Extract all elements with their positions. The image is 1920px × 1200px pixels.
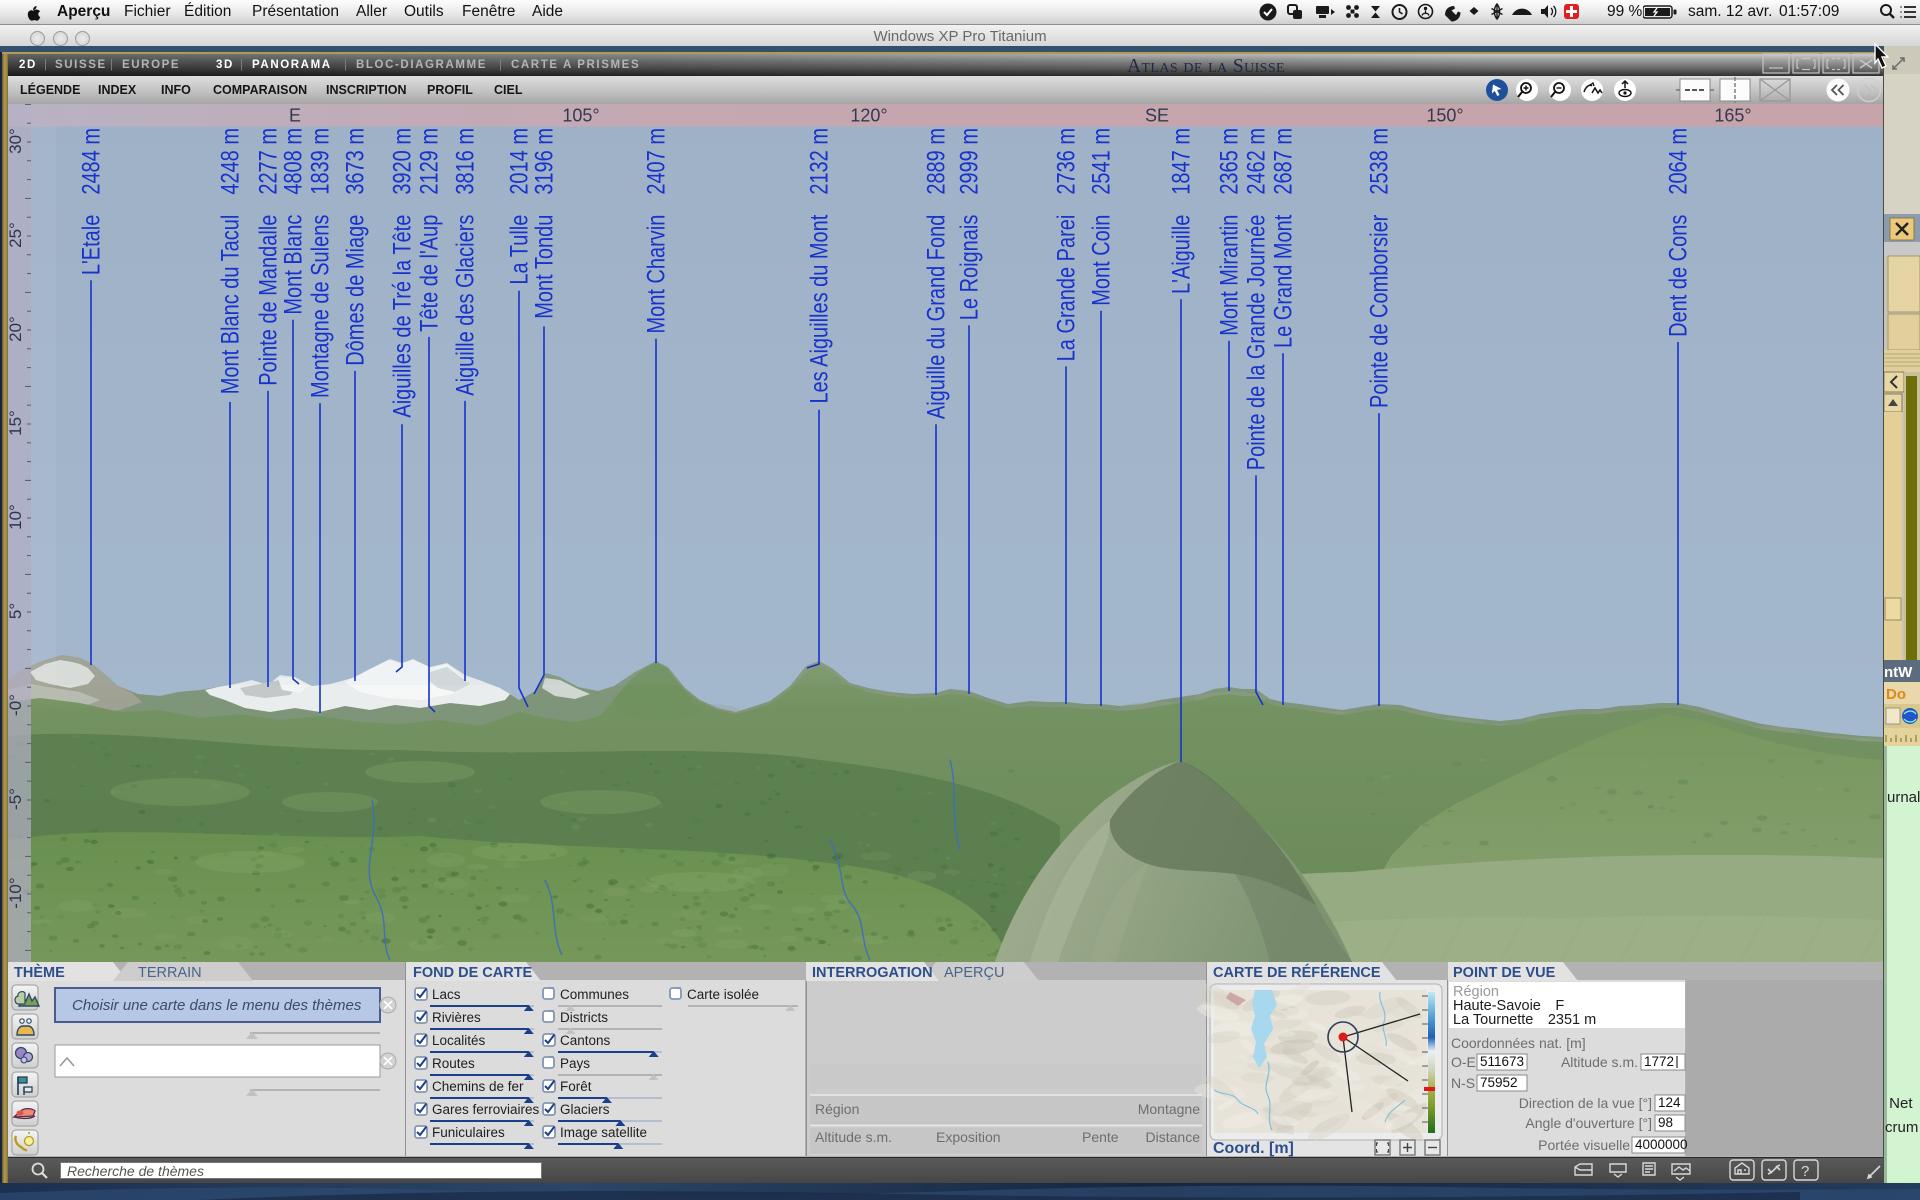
svg-text:30°: 30° [8, 128, 25, 154]
svg-text:75952: 75952 [1480, 1075, 1518, 1090]
svg-text:Cantons: Cantons [560, 1033, 611, 1048]
svg-text:Glaciers: Glaciers [560, 1102, 610, 1117]
svg-text:Mont Blanc 4808 m: Mont Blanc 4808 m [279, 128, 307, 315]
svg-text:Montagne: Montagne [1138, 1101, 1200, 1117]
svg-text:150°: 150° [1426, 106, 1463, 126]
svg-text:Localités: Localités [432, 1033, 486, 1048]
svg-text:POINT DE VUE: POINT DE VUE [1453, 965, 1556, 981]
svg-text:98: 98 [1658, 1115, 1673, 1130]
svg-text:L'Etale 2484 m: L'Etale 2484 m [77, 128, 105, 275]
svg-text:Portée visuelle: Portée visuelle [1538, 1137, 1630, 1153]
svg-text:Dent de Cons 2064 m: Dent de Cons 2064 m [1664, 128, 1692, 337]
svg-text:Mont Tondu 3196 m: Mont Tondu 3196 m [530, 128, 558, 319]
svg-text:Rivières: Rivières [432, 1010, 481, 1025]
svg-text:Altitude s.m.: Altitude s.m. [1561, 1054, 1638, 1070]
svg-text:FOND DE CARTE: FOND DE CARTE [413, 965, 533, 981]
svg-text:5°: 5° [8, 603, 25, 619]
svg-text:Aiguille du Grand Fond 2889 m: Aiguille du Grand Fond 2889 m [922, 128, 950, 419]
svg-text:INTERROGATION: INTERROGATION [812, 965, 933, 981]
svg-text:Carte isolée: Carte isolée [687, 987, 759, 1002]
svg-text:THÈME: THÈME [14, 964, 65, 981]
svg-text:Pente: Pente [1082, 1129, 1119, 1145]
svg-text:Chemins de fer: Chemins de fer [432, 1079, 524, 1094]
svg-text:105°: 105° [562, 106, 599, 126]
svg-text:L'Aiguille 1847 m: L'Aiguille 1847 m [1167, 128, 1195, 294]
svg-text:25°: 25° [8, 222, 25, 248]
svg-text:10°: 10° [8, 504, 25, 530]
svg-text:Distance: Distance [1146, 1129, 1201, 1145]
svg-text:Pays: Pays [560, 1056, 590, 1071]
svg-text:Districts: Districts [560, 1010, 608, 1025]
svg-text:Lacs: Lacs [432, 987, 461, 1002]
svg-text:Mont Blanc du Tacul 4248 m: Mont Blanc du Tacul 4248 m [216, 128, 244, 394]
svg-text:Montagne de Sulens 1839 m: Montagne de Sulens 1839 m [306, 128, 334, 398]
svg-text:urnal: urnal [1887, 789, 1920, 806]
svg-text:crum: crum [1885, 1119, 1918, 1136]
svg-text:APERÇU: APERÇU [944, 965, 1004, 981]
svg-text:E: E [289, 106, 301, 126]
svg-text:Forêt: Forêt [560, 1079, 592, 1094]
svg-text:124: 124 [1658, 1095, 1681, 1110]
svg-text:511673: 511673 [1480, 1054, 1524, 1069]
svg-text:La Tournette 2351 m: La Tournette 2351 m [1453, 1012, 1596, 1028]
svg-text:-10°: -10° [8, 877, 25, 908]
svg-text:Pointe de la Grande Journée 2: Pointe de la Grande Journée 2462 m [1242, 128, 1270, 470]
svg-text:Mont Mirantin 2365 m: Mont Mirantin 2365 m [1215, 128, 1243, 336]
svg-text:Coord. [m]: Coord. [m] [1213, 1140, 1294, 1157]
svg-text:Do: Do [1886, 686, 1906, 703]
svg-text:Les Aiguilles du Mont 2132 m: Les Aiguilles du Mont 2132 m [805, 128, 833, 404]
svg-text:CARTE DE RÉFÉRENCE: CARTE DE RÉFÉRENCE [1213, 964, 1381, 981]
svg-text:Aiguilles de Tré la Tête 3920: Aiguilles de Tré la Tête 3920 m [388, 128, 416, 418]
svg-text:Région: Région [815, 1101, 859, 1117]
svg-text:Pointe de Mandalle 2277 m: Pointe de Mandalle 2277 m [254, 128, 282, 386]
svg-text:Image satellite: Image satellite [560, 1125, 647, 1140]
svg-text:La Tulle 2014 m: La Tulle 2014 m [505, 128, 533, 285]
svg-text:-5°: -5° [8, 788, 25, 810]
svg-text:Funiculaires: Funiculaires [432, 1125, 505, 1140]
svg-text:N-S: N-S [1451, 1075, 1475, 1091]
svg-text:Communes: Communes [560, 987, 629, 1002]
svg-text:Le Roignais 2999 m: Le Roignais 2999 m [955, 128, 983, 320]
svg-text:165°: 165° [1714, 106, 1751, 126]
svg-text:Coordonnées nat. [m]: Coordonnées nat. [m] [1451, 1035, 1586, 1051]
svg-text:Tête de l'Aup 2129 m: Tête de l'Aup 2129 m [415, 128, 443, 332]
svg-text:SE: SE [1145, 106, 1169, 126]
svg-text:Mont Charvin 2407 m: Mont Charvin 2407 m [642, 128, 670, 334]
svg-text:Choisir une carte dans le menu: Choisir une carte dans le menu des thème… [72, 997, 362, 1014]
svg-text:15°: 15° [8, 410, 25, 436]
svg-text:Direction de la vue [°]: Direction de la vue [°] [1519, 1095, 1652, 1111]
svg-text:TERRAIN: TERRAIN [138, 965, 202, 981]
svg-text:Net: Net [1885, 1095, 1913, 1112]
svg-text:Aiguille des Glaciers 3816 m: Aiguille des Glaciers 3816 m [451, 128, 479, 396]
svg-text:Gares ferroviaires: Gares ferroviaires [432, 1102, 540, 1117]
svg-text:Mont Coin 2541 m: Mont Coin 2541 m [1087, 128, 1115, 306]
svg-text:4000000: 4000000 [1635, 1137, 1688, 1152]
svg-text:ntW: ntW [1884, 664, 1913, 681]
svg-text:?: ? [1801, 1163, 1809, 1180]
svg-text:1772: 1772 [1644, 1054, 1674, 1069]
svg-text:Le Grand Mont 2687 m: Le Grand Mont 2687 m [1269, 128, 1297, 348]
svg-text:Routes: Routes [432, 1056, 475, 1071]
svg-text:La Grande Parei 2736 m: La Grande Parei 2736 m [1052, 128, 1080, 361]
svg-text:120°: 120° [850, 106, 887, 126]
svg-text:Dômes de Miage 3673 m: Dômes de Miage 3673 m [341, 128, 369, 366]
svg-text:Angle d'ouverture [°]: Angle d'ouverture [°] [1525, 1115, 1652, 1131]
svg-text:20°: 20° [8, 316, 25, 342]
svg-text:Pointe de Comborsier 2538 m: Pointe de Comborsier 2538 m [1365, 128, 1393, 408]
svg-text:Altitude s.m.: Altitude s.m. [815, 1129, 892, 1145]
svg-text:-0°: -0° [8, 694, 25, 716]
svg-text:O-E: O-E [1451, 1054, 1476, 1070]
svg-text:Exposition: Exposition [936, 1129, 1001, 1145]
